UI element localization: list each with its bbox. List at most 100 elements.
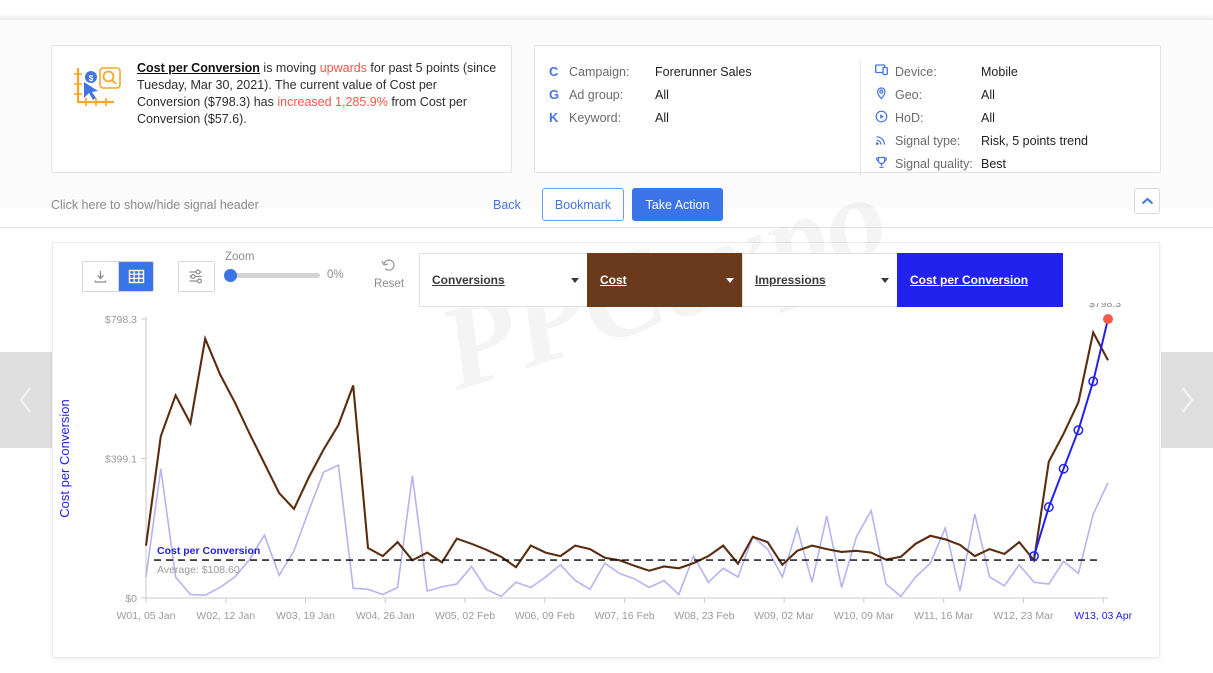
table-view-button[interactable] — [118, 262, 153, 291]
average-line-label: Cost per Conversion — [157, 545, 260, 557]
y-axis-title: Cost per Conversion — [57, 399, 72, 518]
filters-column-right: Device: Mobile Geo: All HoD: All Signal … — [860, 60, 1150, 175]
reset-undo-icon — [381, 259, 395, 271]
tab-cost-per-conversion-label: Cost per Conversion — [910, 273, 1029, 287]
reset-zoom-button[interactable]: Reset — [369, 259, 409, 290]
chart-settings-group — [178, 261, 215, 292]
filter-row-adgroup: G Ad group: All — [549, 83, 844, 106]
signal-type-wifi-icon — [875, 133, 895, 149]
y-tick-label: $798.3 — [105, 314, 137, 326]
bookmark-button[interactable]: Bookmark — [542, 188, 624, 221]
x-tick-label: W06, 09 Feb — [515, 610, 575, 622]
zoom-value: 0% — [327, 269, 344, 281]
header-divider — [0, 227, 1213, 228]
x-tick-label: W11, 16 Mar — [914, 610, 974, 622]
svg-text:$: $ — [89, 74, 94, 83]
filter-label-adgroup: Ad group: — [569, 87, 624, 102]
signal-metric-name: Cost per Conversion — [137, 61, 260, 75]
filter-label-hod: HoD: — [895, 110, 924, 125]
tab-impressions[interactable]: Impressions — [742, 253, 897, 307]
filter-label-signal-quality: Signal quality: — [895, 156, 973, 171]
geo-pin-icon — [875, 86, 895, 103]
x-tick-label: W05, 02 Feb — [435, 610, 495, 622]
signal-summary-panel: $ Cost per Conversion is moving upwards … — [51, 45, 512, 173]
filter-row-campaign: C Campaign: Forerunner Sales — [549, 60, 844, 83]
tab-cost-per-conversion[interactable]: Cost per Conversion — [897, 253, 1063, 307]
download-icon — [94, 271, 107, 283]
filter-label-signal-type: Signal type: — [895, 133, 961, 148]
series-cost — [145, 464, 1109, 598]
end-point-label: $798.3 — [1089, 303, 1121, 310]
signal-direction: upwards — [319, 61, 367, 75]
next-signal-button[interactable] — [1161, 352, 1213, 448]
adgroup-icon: G — [549, 87, 560, 102]
filter-row-signal-type: Signal type: Risk, 5 points trend — [875, 129, 1150, 152]
tab-conversions[interactable]: Conversions — [419, 253, 587, 307]
series-trend — [1033, 318, 1109, 557]
filter-label-geo: Geo: — [895, 87, 923, 102]
x-tick-label: W13, 03 Apr — [1074, 610, 1132, 622]
hour-of-day-clock-icon — [875, 110, 895, 126]
chevron-left-icon — [19, 387, 31, 413]
zoom-label: Zoom — [225, 251, 255, 263]
filter-row-device: Device: Mobile — [875, 60, 1150, 83]
filter-row-signal-quality: Signal quality: Best — [875, 152, 1150, 175]
action-bar: Click here to show/hide signal header Ba… — [0, 188, 1213, 228]
filter-value-device: Mobile — [981, 64, 1018, 79]
filter-label-device: Device: — [895, 64, 937, 79]
filter-value-hod: All — [981, 110, 995, 125]
filter-value-signal-type: Risk, 5 points trend — [981, 133, 1088, 148]
zoom-slider-row: 0% — [224, 268, 345, 282]
chart-settings-button[interactable] — [179, 262, 214, 291]
filter-value-geo: All — [981, 87, 995, 102]
x-tick-label: W08, 23 Feb — [674, 610, 734, 622]
signal-header: $ Cost per Conversion is moving upwards … — [0, 20, 1213, 228]
campaign-icon: C — [549, 64, 559, 79]
chart-toolbar: Zoom 0% Reset Conversions Cost Impressio… — [53, 243, 1161, 307]
chart-card: PPCexpo Zoom — [52, 147, 1161, 658]
chevron-up-icon — [1141, 197, 1153, 204]
signal-summary-text: Cost per Conversion is moving upwards fo… — [137, 60, 497, 128]
y-tick-label: $399.1 — [105, 454, 137, 466]
take-action-button[interactable]: Take Action — [632, 188, 723, 221]
filters-column-left: C Campaign: Forerunner Sales G Ad group:… — [549, 60, 844, 129]
signal-text-mid1: is moving — [259, 61, 320, 75]
signal-chart-search-icon: $ — [64, 58, 126, 117]
end-point-marker — [1103, 314, 1113, 324]
zoom-slider[interactable] — [224, 268, 320, 282]
x-tick-label: W03, 19 Jan — [276, 610, 335, 622]
x-tick-label: W02, 12 Jan — [196, 610, 255, 622]
tab-conversions-label: Conversions — [432, 273, 505, 287]
chevron-right-icon — [1182, 387, 1194, 413]
x-tick-label: W04, 26 Jan — [356, 610, 415, 622]
device-icon — [875, 64, 895, 79]
filter-value-keyword: All — [655, 110, 669, 125]
chevron-down-icon[interactable] — [881, 278, 889, 283]
collapse-header-button[interactable] — [1134, 188, 1160, 214]
back-link[interactable]: Back — [493, 198, 521, 212]
y-tick-label: $0 — [125, 593, 137, 605]
filter-row-keyword: K Keyword: All — [549, 106, 844, 129]
previous-signal-button[interactable] — [0, 352, 52, 448]
view-toggle-group — [82, 261, 154, 292]
x-tick-label: W07, 16 Feb — [595, 610, 655, 622]
top-strip — [0, 0, 1213, 20]
line-chart: $798.3 $399.1 $0 Cost per Conversion W01, 05… — [57, 303, 1133, 622]
download-button[interactable] — [83, 262, 118, 291]
filter-label-keyword: Keyword: — [569, 110, 622, 125]
x-tick-label: W10, 09 Mar — [834, 610, 895, 622]
zoom-slider-handle[interactable] — [224, 268, 237, 282]
chevron-down-icon[interactable] — [571, 278, 579, 283]
x-tick-label: W09, 02 Mar — [754, 610, 815, 622]
series-cost-per-conversion — [144, 329, 1109, 572]
keyword-icon: K — [549, 110, 559, 125]
average-line-value: Average: $108.60 — [157, 564, 240, 576]
chevron-down-icon[interactable] — [726, 278, 734, 283]
filter-value-campaign: Forerunner Sales — [655, 64, 752, 79]
show-hide-signal-header-text[interactable]: Click here to show/hide signal header — [51, 198, 259, 212]
tab-cost[interactable]: Cost — [587, 253, 742, 307]
filters-panel: C Campaign: Forerunner Sales G Ad group:… — [534, 45, 1161, 175]
x-tick-label: W01, 05 Jan — [117, 610, 176, 622]
app-root: $ Cost per Conversion is moving upwards … — [0, 0, 1213, 673]
reset-label: Reset — [373, 278, 405, 290]
